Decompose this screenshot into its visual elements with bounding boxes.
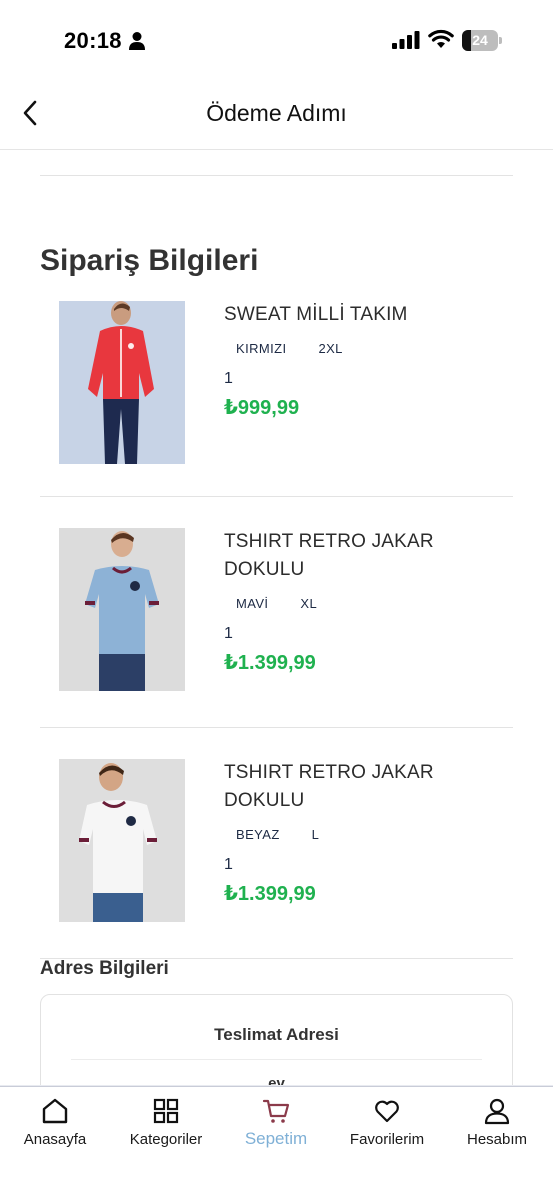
product-photo <box>59 301 185 464</box>
tab-bar: Anasayfa Kategoriler Sepetim Favorilerim… <box>0 1086 553 1200</box>
product-image[interactable] <box>59 759 185 922</box>
product-size: XL <box>300 596 318 611</box>
product-image[interactable] <box>59 528 185 691</box>
divider <box>71 1059 482 1060</box>
tab-label: Kategoriler <box>129 1131 203 1148</box>
product-image[interactable] <box>59 301 185 464</box>
order-section-title: Sipariş Bilgileri <box>40 244 259 277</box>
product-info: SWEAT MİLLİ TAKIM KIRMIZI 2XL 1 ₺999,99 <box>224 301 504 420</box>
battery-tip <box>499 37 502 44</box>
divider <box>40 175 513 176</box>
status-bar: 20:18 24 <box>0 0 553 82</box>
tab-label: Sepetim <box>244 1129 308 1148</box>
order-item[interactable]: TSHIRT RETRO JAKAR DOKULU MAVİ XL 1 ₺1.3… <box>40 528 513 692</box>
product-info: TSHIRT RETRO JAKAR DOKULU MAVİ XL 1 ₺1.3… <box>224 528 504 675</box>
product-photo <box>59 759 185 922</box>
product-price: ₺1.399,99 <box>224 883 316 905</box>
page-title: Ödeme Adımı <box>206 100 347 126</box>
product-name: TSHIRT RETRO JAKAR DOKULU <box>224 762 434 811</box>
battery-percent: 24 <box>472 32 488 48</box>
product-price: ₺1.399,99 <box>224 652 316 674</box>
product-attributes: BEYAZ L <box>224 827 504 842</box>
product-photo <box>59 528 185 691</box>
user-icon <box>484 1098 510 1125</box>
product-quantity: 1 <box>224 370 233 387</box>
product-color: BEYAZ <box>236 827 280 842</box>
wifi-icon <box>428 29 454 48</box>
order-item[interactable]: SWEAT MİLLİ TAKIM KIRMIZI 2XL 1 ₺999,99 <box>40 301 513 465</box>
home-icon <box>42 1098 68 1124</box>
cellular-signal-icon <box>392 31 420 49</box>
divider <box>40 496 513 497</box>
product-name: TSHIRT RETRO JAKAR DOKULU <box>224 531 434 580</box>
address-card-title: Teslimat Adresi <box>214 1025 339 1044</box>
tab-favorites[interactable]: Favorilerim <box>332 1097 442 1148</box>
nav-header: Ödeme Adımı <box>0 82 553 150</box>
heart-icon <box>375 1100 399 1123</box>
product-color: KIRMIZI <box>236 341 287 356</box>
status-time: 20:18 <box>64 28 122 53</box>
product-price: ₺999,99 <box>224 397 300 419</box>
product-size: L <box>311 827 320 842</box>
address-section-title: Adres Bilgileri <box>40 958 169 979</box>
tab-label: Anasayfa <box>23 1131 87 1148</box>
order-item[interactable]: TSHIRT RETRO JAKAR DOKULU BEYAZ L 1 ₺1.3… <box>40 759 513 923</box>
product-name: SWEAT MİLLİ TAKIM <box>224 304 408 325</box>
tab-label: Hesabım <box>466 1131 528 1148</box>
product-quantity: 1 <box>224 856 233 873</box>
tab-label: Favorilerim <box>349 1131 425 1148</box>
product-size: 2XL <box>318 341 343 356</box>
cart-icon <box>262 1099 290 1123</box>
tab-categories[interactable]: Kategoriler <box>111 1097 221 1148</box>
product-attributes: MAVİ XL <box>224 596 504 611</box>
grid-icon <box>153 1098 179 1124</box>
product-quantity: 1 <box>224 625 233 642</box>
product-info: TSHIRT RETRO JAKAR DOKULU BEYAZ L 1 ₺1.3… <box>224 759 504 906</box>
battery-indicator: 24 <box>462 30 502 51</box>
divider <box>40 727 513 728</box>
tab-home[interactable]: Anasayfa <box>0 1097 110 1148</box>
product-attributes: KIRMIZI 2XL <box>224 341 504 356</box>
tab-account[interactable]: Hesabım <box>442 1097 552 1148</box>
person-icon <box>129 32 145 50</box>
tab-cart[interactable]: Sepetim <box>221 1097 331 1149</box>
product-color: MAVİ <box>236 596 269 611</box>
